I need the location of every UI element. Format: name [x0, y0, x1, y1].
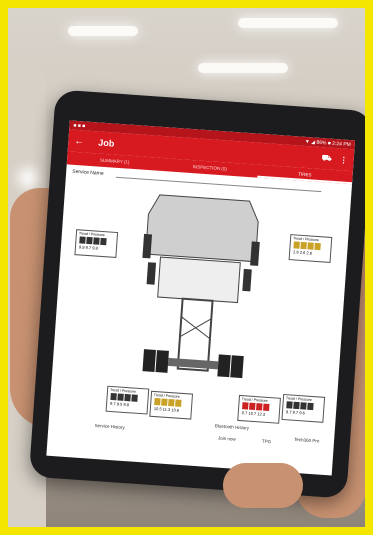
light-blur [18, 168, 38, 188]
gauge-values: 9.7 9.7 9.6 [285, 409, 306, 416]
tire-gauge-front-left[interactable]: Tread / Pressure 9.8 9.7 9.8 [74, 229, 119, 259]
thumb [223, 463, 303, 508]
gauge-values: 2.6 2.6 2.6 [292, 249, 313, 256]
more-vertical-icon[interactable]: ⋮ [339, 155, 348, 165]
join-now-button[interactable]: Join now [218, 436, 236, 442]
gauge-values: 0.7 10.7 12.3 [241, 410, 266, 417]
arrow-left-icon[interactable]: ← [74, 135, 85, 147]
tpg-button[interactable]: TPG [262, 439, 272, 445]
tech360-button[interactable]: Tech360 Pro [294, 437, 320, 444]
tire-gauge-rear-right-inner[interactable]: Tread / Pressure 0.7 10.7 12.3 [237, 394, 281, 424]
tire-gauge-rear-left-outer[interactable]: Tread / Pressure 9.7 9.5 9.8 [105, 385, 150, 415]
gauge-values: 10.5 11.3 10.6 [153, 405, 180, 413]
ceiling-light [198, 63, 288, 73]
background-photo: ■ ■ ■ ▼ ◢ 86% ■ 2:24 PM ← Job ⛟ ⋮ SUMMAR… [8, 8, 365, 527]
service-history-link[interactable]: Service History [94, 423, 125, 430]
gauge-values: 9.7 9.5 9.8 [109, 400, 130, 408]
tablet-screen: ■ ■ ■ ▼ ◢ 86% ■ 2:24 PM ← Job ⛟ ⋮ SUMMAR… [46, 120, 356, 476]
truck-icon[interactable]: ⛟ [321, 153, 332, 164]
tire-gauge-rear-right-outer[interactable]: Tread / Pressure 9.7 9.7 9.6 [281, 393, 326, 423]
truck-diagram [142, 194, 260, 379]
ceiling-light [238, 18, 338, 28]
ceiling-light [68, 26, 138, 36]
tire-gauge-rear-left-inner[interactable]: Tread / Pressure 10.5 11.3 10.6 [149, 390, 194, 420]
status-left: ■ ■ ■ [73, 122, 86, 130]
tablet-device: ■ ■ ■ ▼ ◢ 86% ■ 2:24 PM ← Job ⛟ ⋮ SUMMAR… [28, 89, 365, 499]
tire-gauge-front-right[interactable]: Tread / Pressure 2.6 2.6 2.6 [288, 234, 333, 263]
gauge-values: 9.8 9.7 9.8 [78, 244, 99, 251]
bluetooth-history-link[interactable]: Bluetooth History [215, 423, 250, 430]
